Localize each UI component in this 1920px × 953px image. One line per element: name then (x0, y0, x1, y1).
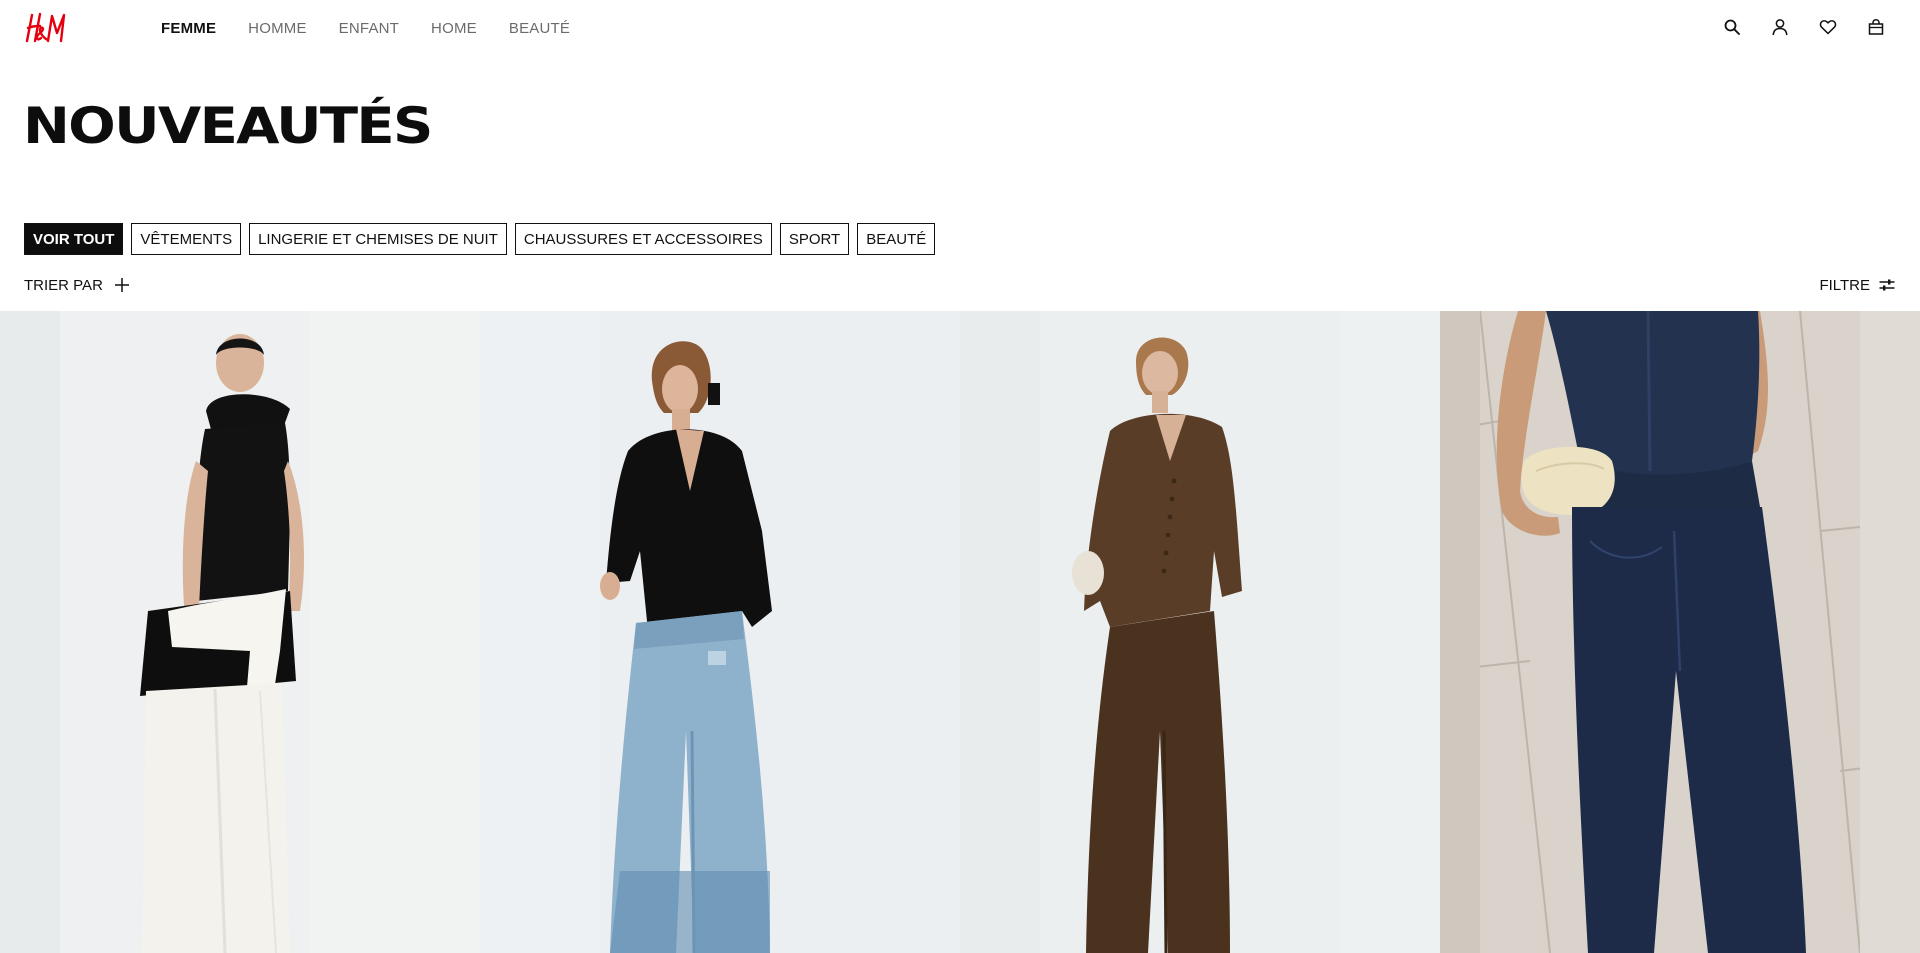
header-actions (1722, 16, 1886, 38)
nav-item-femme[interactable]: FEMME (161, 20, 216, 37)
product-image-model-black-blouse-blue-jeans (480, 311, 960, 953)
nav-item-beaute[interactable]: BEAUTÉ (509, 20, 570, 37)
product-card[interactable] (1440, 311, 1920, 953)
filter-button[interactable]: FILTRE (1819, 276, 1896, 294)
category-chip-sport[interactable]: SPORT (779, 223, 850, 255)
account-icon[interactable] (1770, 16, 1790, 38)
shopping-bag-icon[interactable] (1866, 16, 1886, 38)
sort-button[interactable]: TRIER PAR (24, 276, 131, 294)
product-grid (0, 311, 1920, 953)
sliders-icon (1878, 276, 1896, 294)
page-title: NOUVEAUTÉS (23, 97, 433, 155)
search-icon[interactable] (1722, 16, 1742, 38)
site-header: FEMME HOMME ENFANT HOME BEAUTÉ (0, 0, 1920, 56)
nav-item-home[interactable]: HOME (431, 20, 477, 37)
category-chip-chaussures-accessoires[interactable]: CHAUSSURES ET ACCESSOIRES (514, 223, 772, 255)
nav-item-homme[interactable]: HOMME (248, 20, 307, 37)
product-card[interactable] (480, 311, 960, 953)
product-image-model-denim-top-jeans-clutch (1440, 311, 1920, 953)
product-image-model-black-top-white-skirt (0, 311, 480, 953)
product-card[interactable] (0, 311, 480, 953)
category-chip-voir-tout[interactable]: VOIR TOUT (24, 223, 124, 255)
hm-logo-icon (25, 12, 66, 43)
category-filters: VOIR TOUT VÊTEMENTS LINGERIE ET CHEMISES… (24, 223, 936, 255)
plus-icon (113, 276, 131, 294)
product-card[interactable] (960, 311, 1440, 953)
product-image-model-brown-suit (960, 311, 1440, 953)
category-chip-beaute[interactable]: BEAUTÉ (857, 223, 936, 255)
filter-label: FILTRE (1819, 276, 1870, 294)
main-nav: FEMME HOMME ENFANT HOME BEAUTÉ (161, 20, 570, 37)
nav-item-enfant[interactable]: ENFANT (339, 20, 399, 37)
hm-logo[interactable] (24, 10, 72, 46)
category-chip-vetements[interactable]: VÊTEMENTS (131, 223, 242, 255)
sort-label: TRIER PAR (24, 276, 103, 294)
heart-icon[interactable] (1818, 16, 1838, 38)
category-chip-lingerie[interactable]: LINGERIE ET CHEMISES DE NUIT (249, 223, 507, 255)
